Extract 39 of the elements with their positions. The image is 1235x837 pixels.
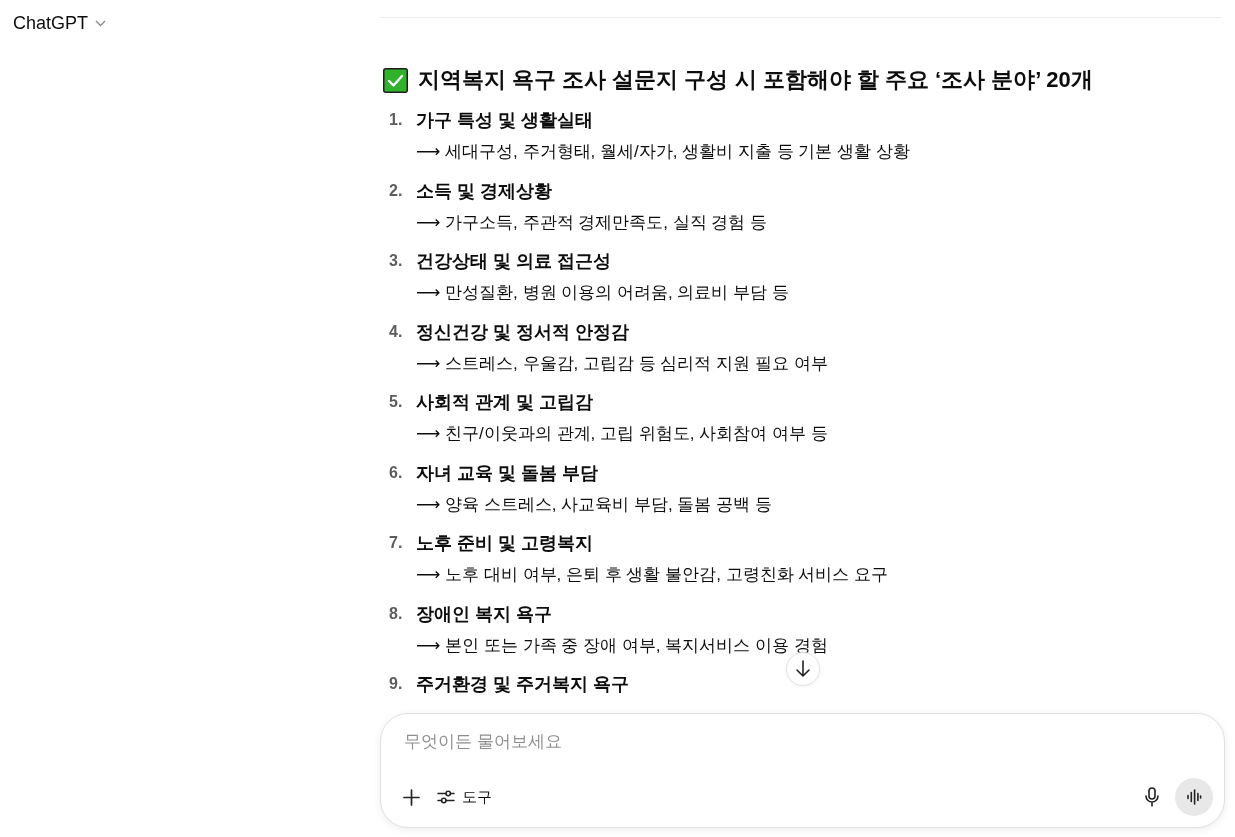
list-number: 5. [388,392,404,412]
item-title: 정신건강 및 정서적 안정감 [416,320,629,344]
list-number: 7. [388,533,404,553]
item-detail: ⟶ 친구/이웃과의 관계, 고립 위험도, 사회참여 여부 등 [416,423,828,445]
list-number: 3. [388,251,404,271]
arrow-down-icon [794,660,811,678]
item-detail: ⟶ 본인 또는 가족 중 장애 여부, 복지서비스 이용 경험 [416,634,828,657]
check-mark-icon [383,67,408,93]
message-input[interactable]: 무엇이든 물어보세요 [396,727,1004,757]
item-detail: ⟶ 만성질환, 병원 이용의 어려움, 의료비 부담 등 [416,282,789,304]
item-title: 자녀 교육 및 돌봄 부담 [416,461,598,485]
list-number: 4. [388,321,404,342]
waveform-icon [1186,789,1202,805]
answer-heading: 지역복지 욕구 조사 설문지 구성 시 포함해야 할 주요 ‘조사 분야’ 20개 [418,66,1093,94]
voice-mode-button[interactable] [1175,778,1213,816]
sliders-icon [437,789,455,805]
scroll-down-button[interactable] [785,652,820,686]
item-title: 사회적 관계 및 고립감 [416,391,593,414]
item-detail: ⟶ 노후 대비 여부, 은퇴 후 생활 불안감, 고령친화 서비스 요구 [416,564,889,586]
item-detail: ⟶ 세대구성, 주거형태, 월세/자가, 생활비 지출 등 기본 생활 상황 [416,141,910,163]
list-number: 1. [388,110,404,130]
item-detail: ⟶ 양육 스트레스, 사교육비 부담, 돌봄 공백 등 [416,493,772,516]
chevron-down-icon [95,20,107,27]
model-selector[interactable]: ChatGPT [7,9,113,38]
item-title: 주거환경 및 주거복지 욕구 [416,673,629,696]
list-number: 8. [388,603,404,624]
list-number: 9. [388,674,404,694]
list-number: 6. [388,462,404,483]
tools-button[interactable]: 도구 [431,783,498,811]
item-detail: ⟶ 가구소득, 주관적 경제만족도, 실직 경험 등 [416,211,768,234]
item-title: 장애인 복지 욕구 [416,602,552,626]
item-title: 노후 준비 및 고령복지 [416,532,593,555]
microphone-icon [1144,787,1160,807]
item-title: 가구 특성 및 생활실태 [416,109,593,132]
item-title: 소득 및 경제상황 [416,179,552,203]
list-number: 2. [388,180,404,201]
plus-icon [402,788,420,806]
item-title: 건강상태 및 의료 접근성 [416,250,611,273]
item-detail: ⟶ 스트레스, 우울감, 고립감 등 심리적 지원 필요 여부 [416,352,828,375]
